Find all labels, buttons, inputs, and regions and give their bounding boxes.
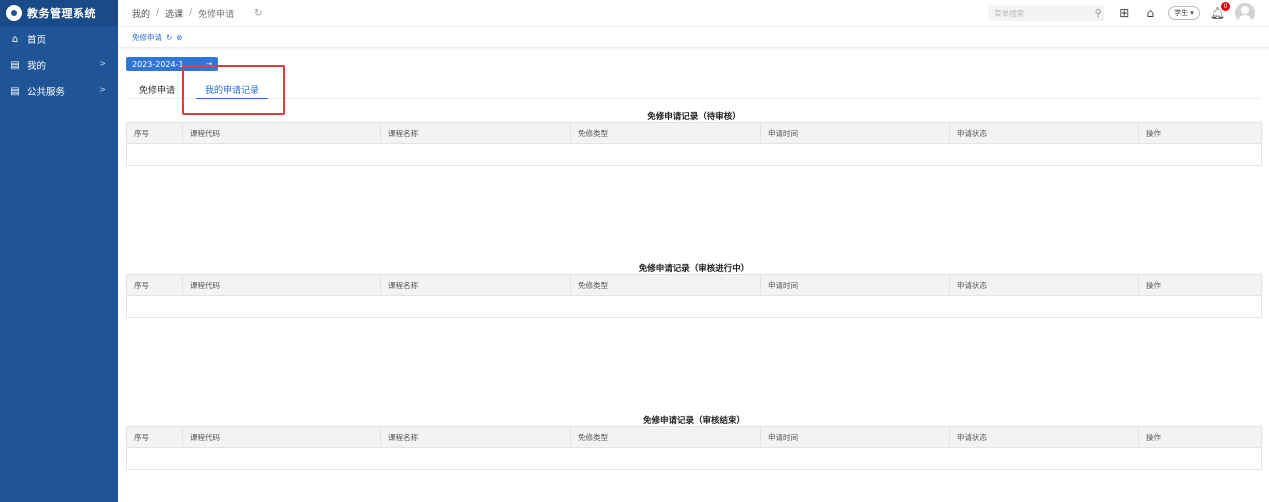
records-table-completed: 序号 课程代码 课程名称 免修类型 申请时间 申请状态 操作 bbox=[126, 426, 1262, 470]
sidebar-item-home[interactable]: ⌂ 首页 bbox=[0, 26, 118, 52]
sidebar-item-mine[interactable]: ▤ 我的 > bbox=[0, 52, 118, 78]
section-title-in-progress: 免修申请记录（审核进行中） bbox=[638, 264, 750, 274]
tab-apply[interactable]: 免修申请 bbox=[139, 83, 175, 96]
column-header: 免修类型 bbox=[571, 123, 761, 143]
shirt-icon[interactable]: ⌂ bbox=[1142, 5, 1158, 21]
home-icon: ⌂ bbox=[11, 33, 19, 45]
column-header: 申请时间 bbox=[761, 427, 950, 447]
document-icon: ▤ bbox=[10, 59, 20, 71]
page-tab-strip: 免修申请 ↻ ⊗ bbox=[118, 27, 1269, 48]
column-header: 序号 bbox=[127, 427, 183, 447]
breadcrumb: 我的 / 选课 / 免修申请 ↻ bbox=[132, 7, 263, 20]
content-tabs: 免修申请 我的申请记录 bbox=[126, 80, 1261, 99]
section-title-pending: 免修申请记录（待审核） bbox=[647, 112, 741, 122]
search-placeholder: 菜单搜索 bbox=[994, 8, 1025, 18]
top-bar: 我的 / 选课 / 免修申请 ↻ 菜单搜索 ⚲ ⊞ ⌂ 学生 ▾ 🔔︎ 0 bbox=[118, 0, 1269, 27]
chevron-right-icon: > bbox=[99, 85, 106, 94]
column-header: 申请状态 bbox=[950, 275, 1139, 295]
column-header: 免修类型 bbox=[571, 427, 761, 447]
breadcrumb-item-current: 免修申请 bbox=[198, 9, 235, 20]
column-header: 申请状态 bbox=[950, 123, 1139, 143]
table-header: 序号 课程代码 课程名称 免修类型 申请时间 申请状态 操作 bbox=[127, 427, 1261, 448]
breadcrumb-separator: / bbox=[156, 8, 160, 18]
highlight-box bbox=[182, 65, 285, 115]
sidebar-item-label: 首页 bbox=[27, 35, 47, 46]
avatar[interactable] bbox=[1235, 3, 1255, 23]
column-header: 序号 bbox=[127, 123, 183, 143]
logo[interactable]: 教务管理系统 bbox=[0, 0, 118, 26]
table-body-empty bbox=[127, 448, 1261, 469]
header-tools: 菜单搜索 ⚲ ⊞ ⌂ 学生 ▾ 🔔︎ 0 bbox=[988, 2, 1255, 23]
menu-search-input[interactable]: 菜单搜索 bbox=[988, 5, 1105, 21]
role-label: 学生 bbox=[1174, 9, 1189, 17]
search-icon[interactable]: ⚲ bbox=[1090, 5, 1106, 21]
chevron-right-icon: > bbox=[99, 59, 106, 68]
column-header: 申请状态 bbox=[950, 427, 1139, 447]
grid-icon[interactable]: ⊞ bbox=[1116, 5, 1132, 21]
caret-down-icon: ▾ bbox=[1190, 9, 1194, 17]
table-header: 序号 课程代码 课程名称 免修类型 申请时间 申请状态 操作 bbox=[127, 275, 1261, 296]
section-title-completed: 免修申请记录（审核结束） bbox=[642, 416, 745, 426]
column-header: 课程代码 bbox=[183, 275, 381, 295]
column-header: 操作 bbox=[1146, 128, 1161, 138]
records-table-pending: 序号 课程代码 课程名称 免修类型 申请时间 申请状态 操作 bbox=[126, 122, 1262, 166]
sidebar-item-public-service[interactable]: ▤ 公共服务 > bbox=[0, 78, 118, 104]
university-seal-icon bbox=[6, 5, 22, 21]
sidebar-item-label: 公共服务 bbox=[27, 87, 66, 98]
column-header: 课程代码 bbox=[183, 123, 381, 143]
role-selector[interactable]: 学生 ▾ bbox=[1168, 6, 1200, 20]
app-title: 教务管理系统 bbox=[27, 7, 96, 20]
column-header: 课程名称 bbox=[381, 427, 571, 447]
semester-value: 2023-2024-1 bbox=[132, 59, 184, 69]
column-header: 课程名称 bbox=[381, 275, 571, 295]
column-header: 申请时间 bbox=[761, 123, 950, 143]
notification-badge: 0 bbox=[1221, 2, 1230, 11]
breadcrumb-item[interactable]: 选课 bbox=[165, 7, 183, 20]
table-header: 序号 课程代码 课程名称 免修类型 申请时间 申请状态 操作 bbox=[127, 123, 1261, 144]
records-table-in-progress: 序号 课程代码 课程名称 免修类型 申请时间 申请状态 操作 bbox=[126, 274, 1262, 318]
table-body-empty bbox=[127, 296, 1261, 317]
column-header: 序号 bbox=[127, 275, 183, 295]
breadcrumb-separator: / bbox=[189, 8, 193, 18]
sidebar: 教务管理系统 ⌂ 首页 ▤ 我的 > ▤ 公共服务 > bbox=[0, 0, 118, 502]
column-header: 课程名称 bbox=[381, 123, 571, 143]
column-header: 操作 bbox=[1146, 432, 1161, 442]
page-tab-exemption[interactable]: 免修申请 ↻ ⊗ bbox=[127, 30, 188, 44]
table-body-empty bbox=[127, 144, 1261, 165]
column-header: 操作 bbox=[1146, 280, 1161, 290]
refresh-icon[interactable]: ↻ bbox=[254, 8, 262, 19]
bell-icon[interactable]: 🔔︎ 0 bbox=[1210, 2, 1230, 20]
column-header: 免修类型 bbox=[571, 275, 761, 295]
document-icon: ▤ bbox=[10, 85, 20, 97]
column-header: 课程代码 bbox=[183, 427, 381, 447]
refresh-icon[interactable]: ↻ bbox=[166, 33, 172, 42]
page-tab-label: 免修申请 bbox=[132, 32, 162, 42]
close-icon[interactable]: ⊗ bbox=[176, 33, 182, 42]
breadcrumb-item[interactable]: 我的 bbox=[132, 7, 150, 20]
column-header: 申请时间 bbox=[761, 275, 950, 295]
sidebar-item-label: 我的 bbox=[27, 61, 47, 72]
